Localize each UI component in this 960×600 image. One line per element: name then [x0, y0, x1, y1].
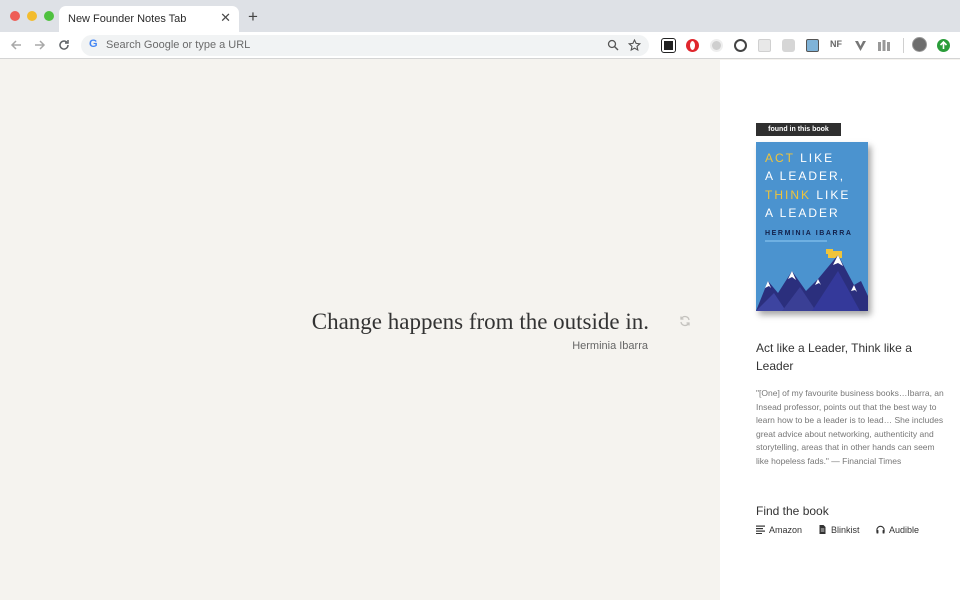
- bars-extension-icon[interactable]: [877, 39, 890, 52]
- list-icon: [756, 525, 765, 534]
- qr-code-extension-icon[interactable]: [661, 38, 676, 53]
- amazon-link-label[interactable]: Amazon: [769, 525, 802, 535]
- arrow-left-icon: [10, 40, 21, 50]
- chat-extension-icon[interactable]: [782, 39, 795, 52]
- found-in-book-label: found in this book: [756, 123, 841, 136]
- amazon-link[interactable]: Amazon: [756, 525, 802, 535]
- cover-line-3-rest: LIKE: [811, 188, 851, 202]
- update-icon[interactable]: [937, 39, 950, 52]
- cover-line-1-highlight: ACT: [765, 151, 795, 165]
- blinkist-link-label[interactable]: Blinkist: [831, 525, 860, 535]
- cover-author: HERMINIA IBARRA: [765, 230, 853, 237]
- quote-panel: Change happens from the outside in. Herm…: [0, 60, 720, 600]
- cover-line-1-rest: LIKE: [794, 151, 835, 165]
- tab-title: New Founder Notes Tab: [68, 13, 187, 25]
- minimize-window-button[interactable]: [27, 11, 37, 21]
- zoom-icon[interactable]: [607, 37, 619, 55]
- cover-line-1: ACT LIKE: [765, 151, 834, 165]
- new-tab-button[interactable]: +: [248, 8, 258, 26]
- toolbar-divider: [903, 38, 904, 53]
- book-title[interactable]: Act like a Leader, Think like a Leader: [756, 339, 936, 375]
- tab-strip: New Founder Notes Tab ✕ +: [0, 0, 960, 32]
- close-window-button[interactable]: [10, 11, 20, 21]
- nf-extension-icon[interactable]: NF: [830, 39, 842, 49]
- refresh-quote-icon[interactable]: [679, 315, 691, 327]
- reload-icon: [59, 40, 69, 50]
- audible-link-label[interactable]: Audible: [889, 525, 919, 535]
- vpn-extension-icon[interactable]: [854, 39, 867, 52]
- reload-button[interactable]: [55, 36, 73, 54]
- arrow-right-icon: [35, 40, 46, 50]
- document-icon: [819, 525, 826, 534]
- cover-line-3-highlight: THINK: [765, 188, 811, 202]
- address-bar-placeholder[interactable]: Search Google or type a URL: [106, 39, 250, 51]
- forward-button[interactable]: [31, 36, 49, 54]
- blinkist-link[interactable]: Blinkist: [818, 525, 860, 535]
- book-cover[interactable]: ACT LIKE A LEADER, THINK LIKE A LEADER H…: [756, 142, 868, 311]
- active-tab[interactable]: New Founder Notes Tab ✕: [59, 6, 239, 32]
- cover-line-3: THINK LIKE: [765, 188, 850, 202]
- bookmark-star-icon[interactable]: [627, 37, 642, 56]
- address-bar[interactable]: G Search Google or type a URL: [81, 35, 649, 56]
- cover-line-2: A LEADER,: [765, 169, 846, 183]
- maximize-window-button[interactable]: [44, 11, 54, 21]
- book-blurb: "[One] of my favourite business books…Ib…: [756, 388, 944, 466]
- audible-link[interactable]: Audible: [876, 525, 919, 535]
- circle-extension-icon[interactable]: [710, 39, 723, 52]
- book-sidebar: found in this book ACT LIKE A LEADER, TH…: [720, 60, 960, 600]
- blank-extension-icon[interactable]: [758, 39, 771, 52]
- cover-line-4: A LEADER: [765, 206, 840, 220]
- mountain-illustration: [756, 249, 868, 311]
- close-tab-icon[interactable]: ✕: [220, 11, 231, 25]
- at-sign-extension-icon[interactable]: [734, 39, 747, 52]
- browser-toolbar: G Search Google or type a URL NF: [0, 32, 960, 59]
- profile-avatar[interactable]: [912, 37, 927, 52]
- opera-extension-icon[interactable]: [686, 39, 699, 52]
- image-extension-icon[interactable]: [806, 39, 819, 52]
- back-button[interactable]: [7, 36, 25, 54]
- google-icon: G: [89, 38, 98, 50]
- quote-author: Herminia Ibarra: [572, 340, 648, 352]
- headphones-icon: [876, 525, 885, 534]
- quote-text: Change happens from the outside in.: [311, 309, 649, 334]
- find-the-book-heading: Find the book: [756, 504, 829, 518]
